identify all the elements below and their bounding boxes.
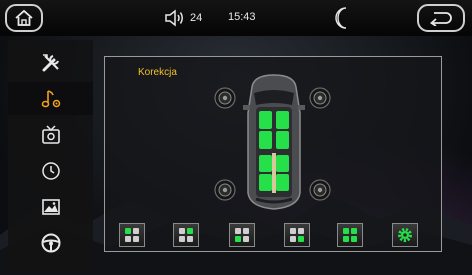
clock-time: 15:43 — [228, 11, 256, 23]
night-mode-toggle[interactable] — [333, 6, 353, 35]
sidebar-item-steering[interactable] — [8, 226, 93, 259]
sidebar-item-display[interactable] — [8, 118, 93, 151]
settings-gear-icon — [398, 228, 412, 242]
panel-title: Korekcja — [138, 67, 177, 78]
seat-button-rear-left[interactable] — [229, 223, 255, 247]
moon-icon — [335, 7, 347, 29]
sidebar-item-general[interactable] — [8, 46, 93, 79]
speaker-volume-icon — [165, 9, 183, 27]
seat-all-icon — [343, 228, 357, 242]
main-area: Korekcja — [0, 36, 472, 275]
tv-settings-icon — [41, 124, 60, 144]
seat-front-left-icon — [125, 228, 139, 242]
seat-button-front-right[interactable] — [173, 223, 199, 247]
speaker-rear-left-icon[interactable] — [214, 179, 236, 201]
speaker-front-left-icon[interactable] — [214, 87, 236, 109]
sidebar-item-wallpaper[interactable] — [8, 190, 93, 223]
seat-front-right-icon — [179, 228, 193, 242]
seat-rear-right-icon — [290, 228, 304, 242]
steering-wheel-icon — [41, 233, 60, 252]
image-icon — [41, 198, 60, 215]
car-top-view — [243, 74, 305, 210]
sidebar-item-time[interactable] — [8, 154, 93, 187]
clock-icon — [41, 161, 60, 180]
speaker-front-right-icon[interactable] — [309, 87, 331, 109]
back-arrow-icon — [430, 12, 452, 26]
home-icon — [15, 9, 33, 26]
volume-level: 24 — [190, 12, 203, 24]
back-button[interactable] — [417, 4, 465, 32]
status-bar: 24 15:43 — [0, 0, 472, 36]
speaker-rear-right-icon[interactable] — [309, 179, 331, 201]
seat-button-front-left[interactable] — [119, 223, 145, 247]
settings-button[interactable] — [392, 223, 418, 247]
tools-icon — [42, 53, 59, 71]
seat-button-all[interactable] — [337, 223, 363, 247]
settings-sidebar — [8, 40, 93, 271]
seat-button-rear-right[interactable] — [284, 223, 310, 247]
equalizer-panel: Korekcja — [104, 56, 442, 252]
seat-rear-left-icon — [235, 228, 249, 242]
home-button[interactable] — [5, 4, 43, 32]
music-settings-icon — [41, 89, 60, 107]
sidebar-item-audio[interactable] — [8, 82, 93, 115]
volume-indicator[interactable]: 24 — [164, 9, 202, 27]
